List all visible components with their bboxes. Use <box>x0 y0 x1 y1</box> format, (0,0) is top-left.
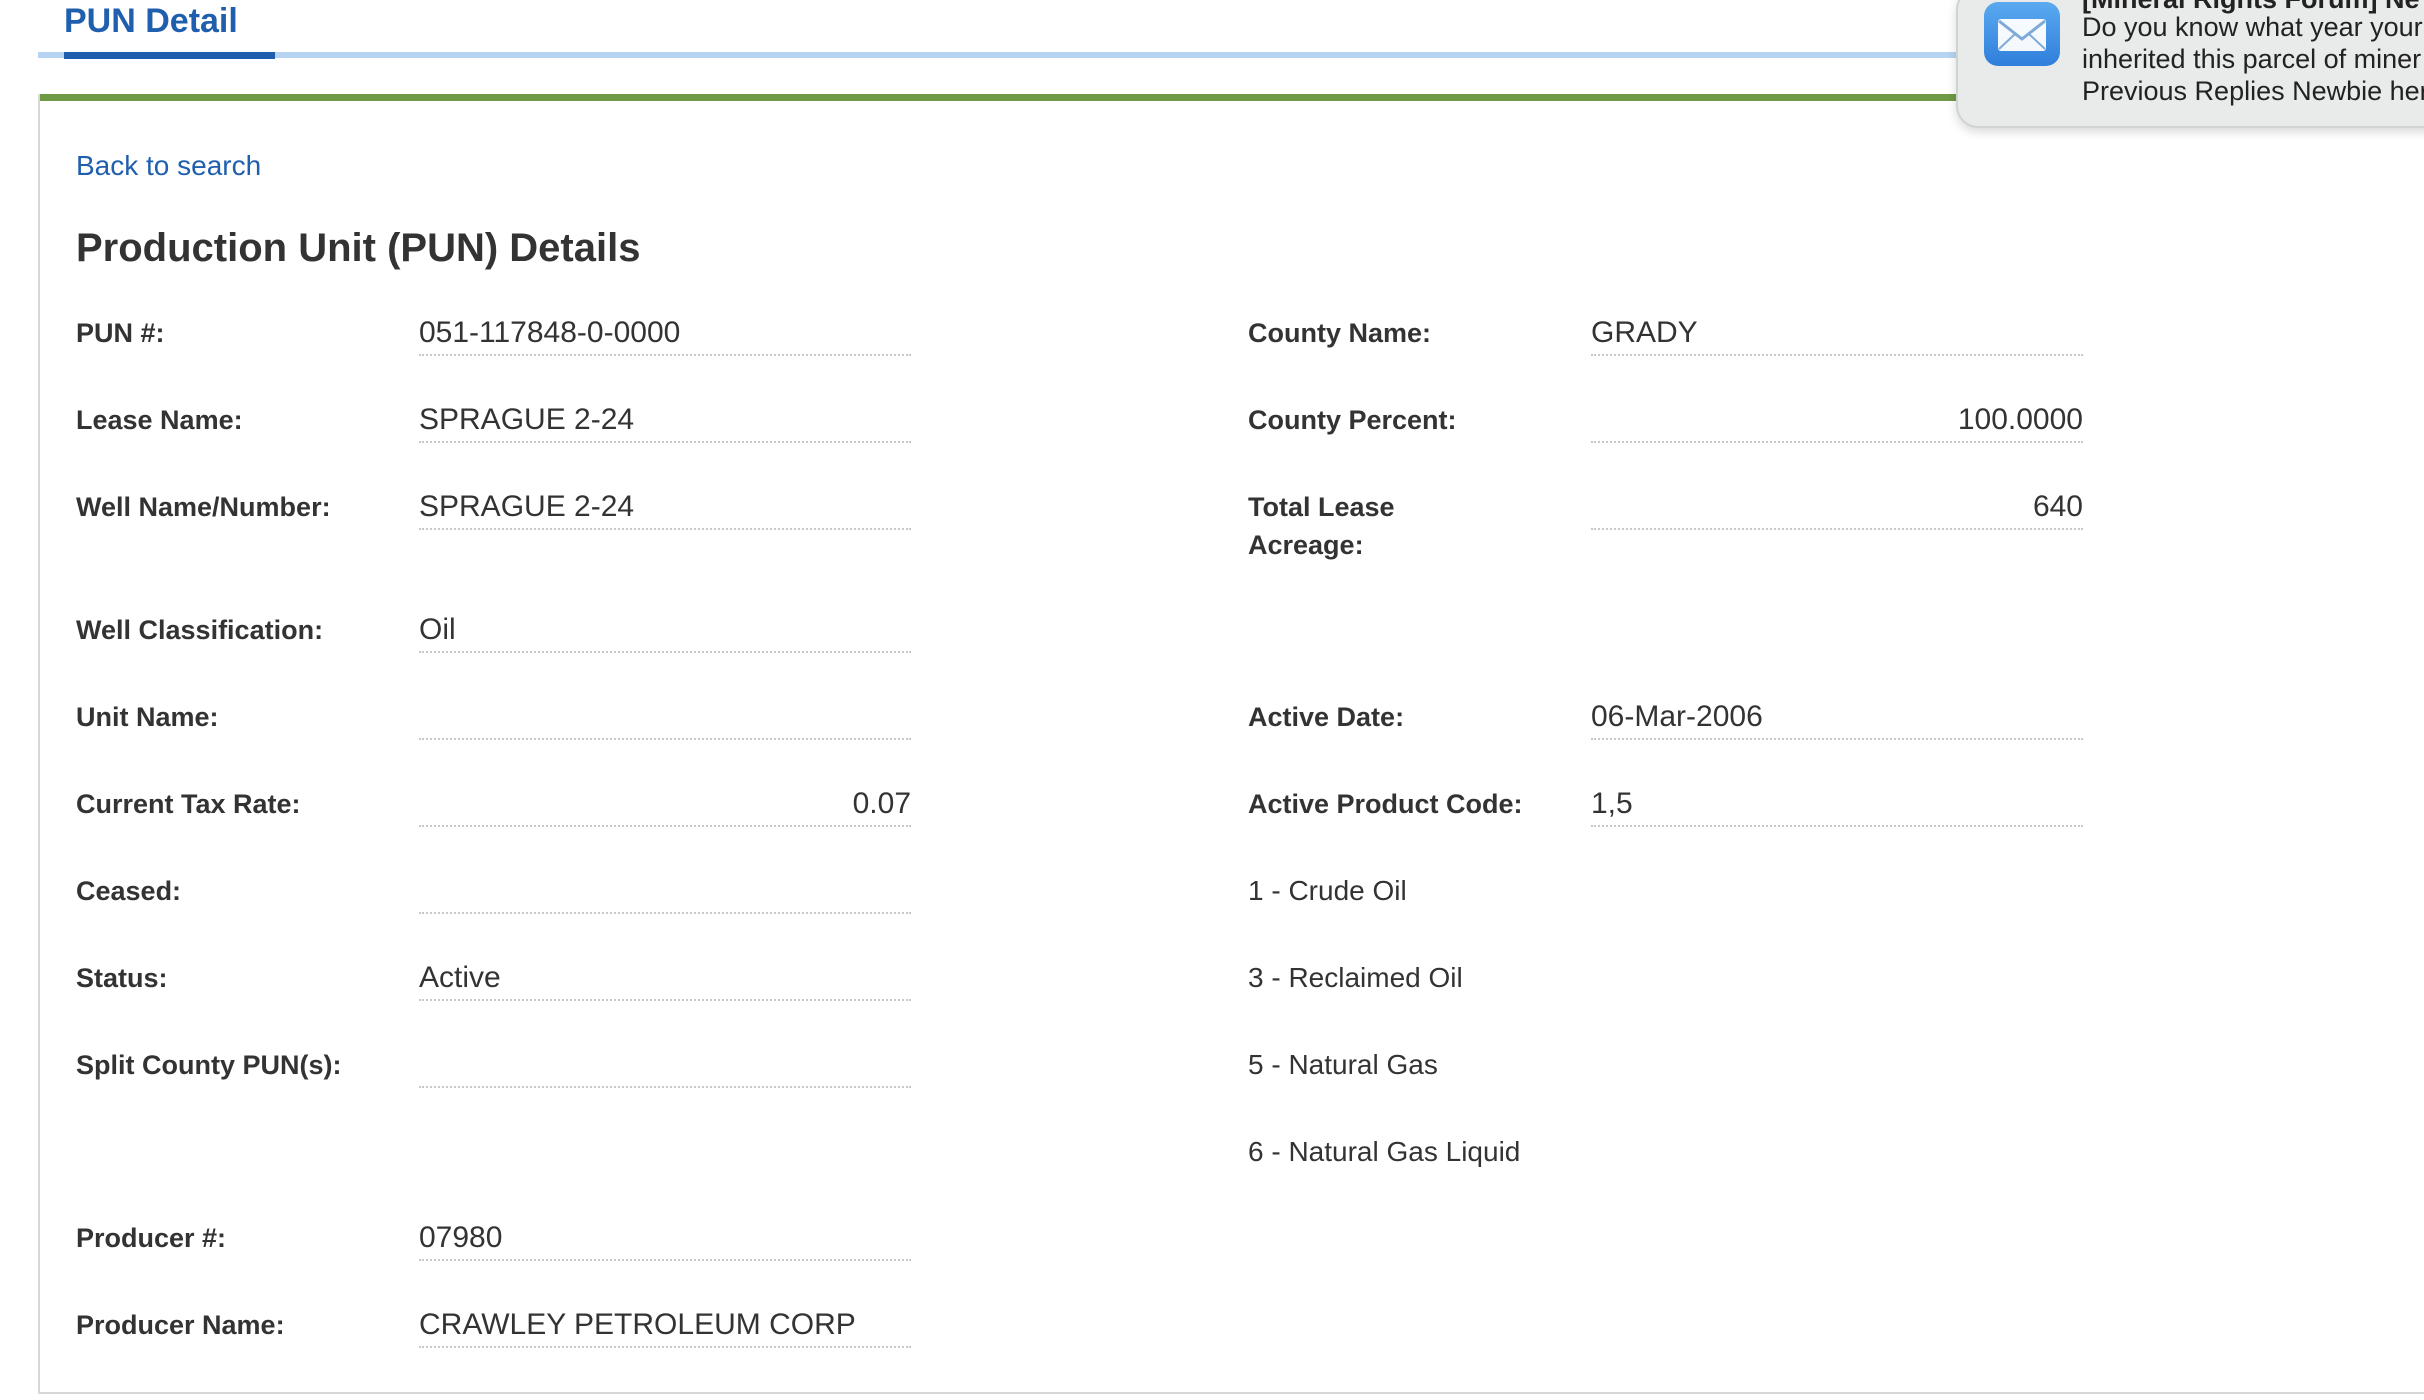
total-lease-acreage-value: 640 <box>1591 484 2083 530</box>
tab-divider <box>38 52 1958 58</box>
well-name-value: SPRAGUE 2-24 <box>419 484 911 530</box>
back-to-search-link[interactable]: Back to search <box>76 150 261 182</box>
lease-name-label: Lease Name: <box>76 405 243 435</box>
tab-pun-detail[interactable]: PUN Detail <box>64 2 238 41</box>
unit-name-value <box>419 694 911 740</box>
ceased-value <box>419 868 911 914</box>
producer-name-label: Producer Name: <box>76 1310 285 1340</box>
producer-number-value: 07980 <box>419 1215 911 1261</box>
status-label: Status: <box>76 963 168 993</box>
notification-line: inherited this parcel of miner <box>2082 44 2422 74</box>
active-product-code-label: Active Product Code: <box>1248 789 1523 819</box>
current-tax-rate-value: 0.07 <box>419 781 911 827</box>
current-tax-rate-label: Current Tax Rate: <box>76 789 301 819</box>
product-code-item: 1 - Crude Oil <box>1248 875 1407 906</box>
pun-number-value: 051-117848-0-0000 <box>419 310 911 356</box>
tab-bar: PUN Detail <box>38 0 1958 60</box>
producer-name-value: CRAWLEY PETROLEUM CORP <box>419 1302 911 1348</box>
active-product-code-value: 1,5 <box>1591 781 2083 827</box>
producer-number-label: Producer #: <box>76 1223 227 1253</box>
well-classification-label: Well Classification: <box>76 615 324 645</box>
mail-icon <box>1984 2 2060 66</box>
product-code-item: 6 - Natural Gas Liquid <box>1248 1136 1521 1167</box>
unit-name-label: Unit Name: <box>76 702 219 732</box>
county-name-label: County Name: <box>1248 318 1432 348</box>
split-county-puns-label: Split County PUN(s): <box>76 1050 342 1080</box>
ceased-label: Ceased: <box>76 876 182 906</box>
total-lease-acreage-label-line1: Total Lease <box>1248 492 1395 522</box>
product-code-item: 3 - Reclaimed Oil <box>1248 962 1463 993</box>
well-classification-value: Oil <box>419 607 911 653</box>
county-percent-value: 100.0000 <box>1591 397 2083 443</box>
lease-name-value: SPRAGUE 2-24 <box>419 397 911 443</box>
notification-line: Previous Replies Newbie her <box>2082 76 2424 106</box>
product-code-item: 5 - Natural Gas <box>1248 1049 1438 1080</box>
active-date-label: Active Date: <box>1248 702 1405 732</box>
split-county-puns-value <box>419 1042 911 1088</box>
total-lease-acreage-label-line2: Acreage: <box>1248 530 1364 560</box>
county-percent-label: County Percent: <box>1248 405 1457 435</box>
notification-line: Do you know what year your <box>2082 12 2423 42</box>
active-tab-indicator <box>64 52 275 59</box>
status-value: Active <box>419 955 911 1001</box>
total-lease-acreage-label: Total Lease Acreage: <box>1248 488 1395 564</box>
pun-detail-panel: Back to search Production Unit (PUN) Det… <box>38 94 2424 1394</box>
active-date-value: 06-Mar-2006 <box>1591 694 2083 740</box>
well-name-label: Well Name/Number: <box>76 492 331 522</box>
county-name-value: GRADY <box>1591 310 2083 356</box>
mail-notification[interactable]: [Mineral Rights Forum] Ne Do you know wh… <box>1956 0 2424 128</box>
page-title: Production Unit (PUN) Details <box>76 226 641 270</box>
pun-number-label: PUN #: <box>76 318 165 348</box>
